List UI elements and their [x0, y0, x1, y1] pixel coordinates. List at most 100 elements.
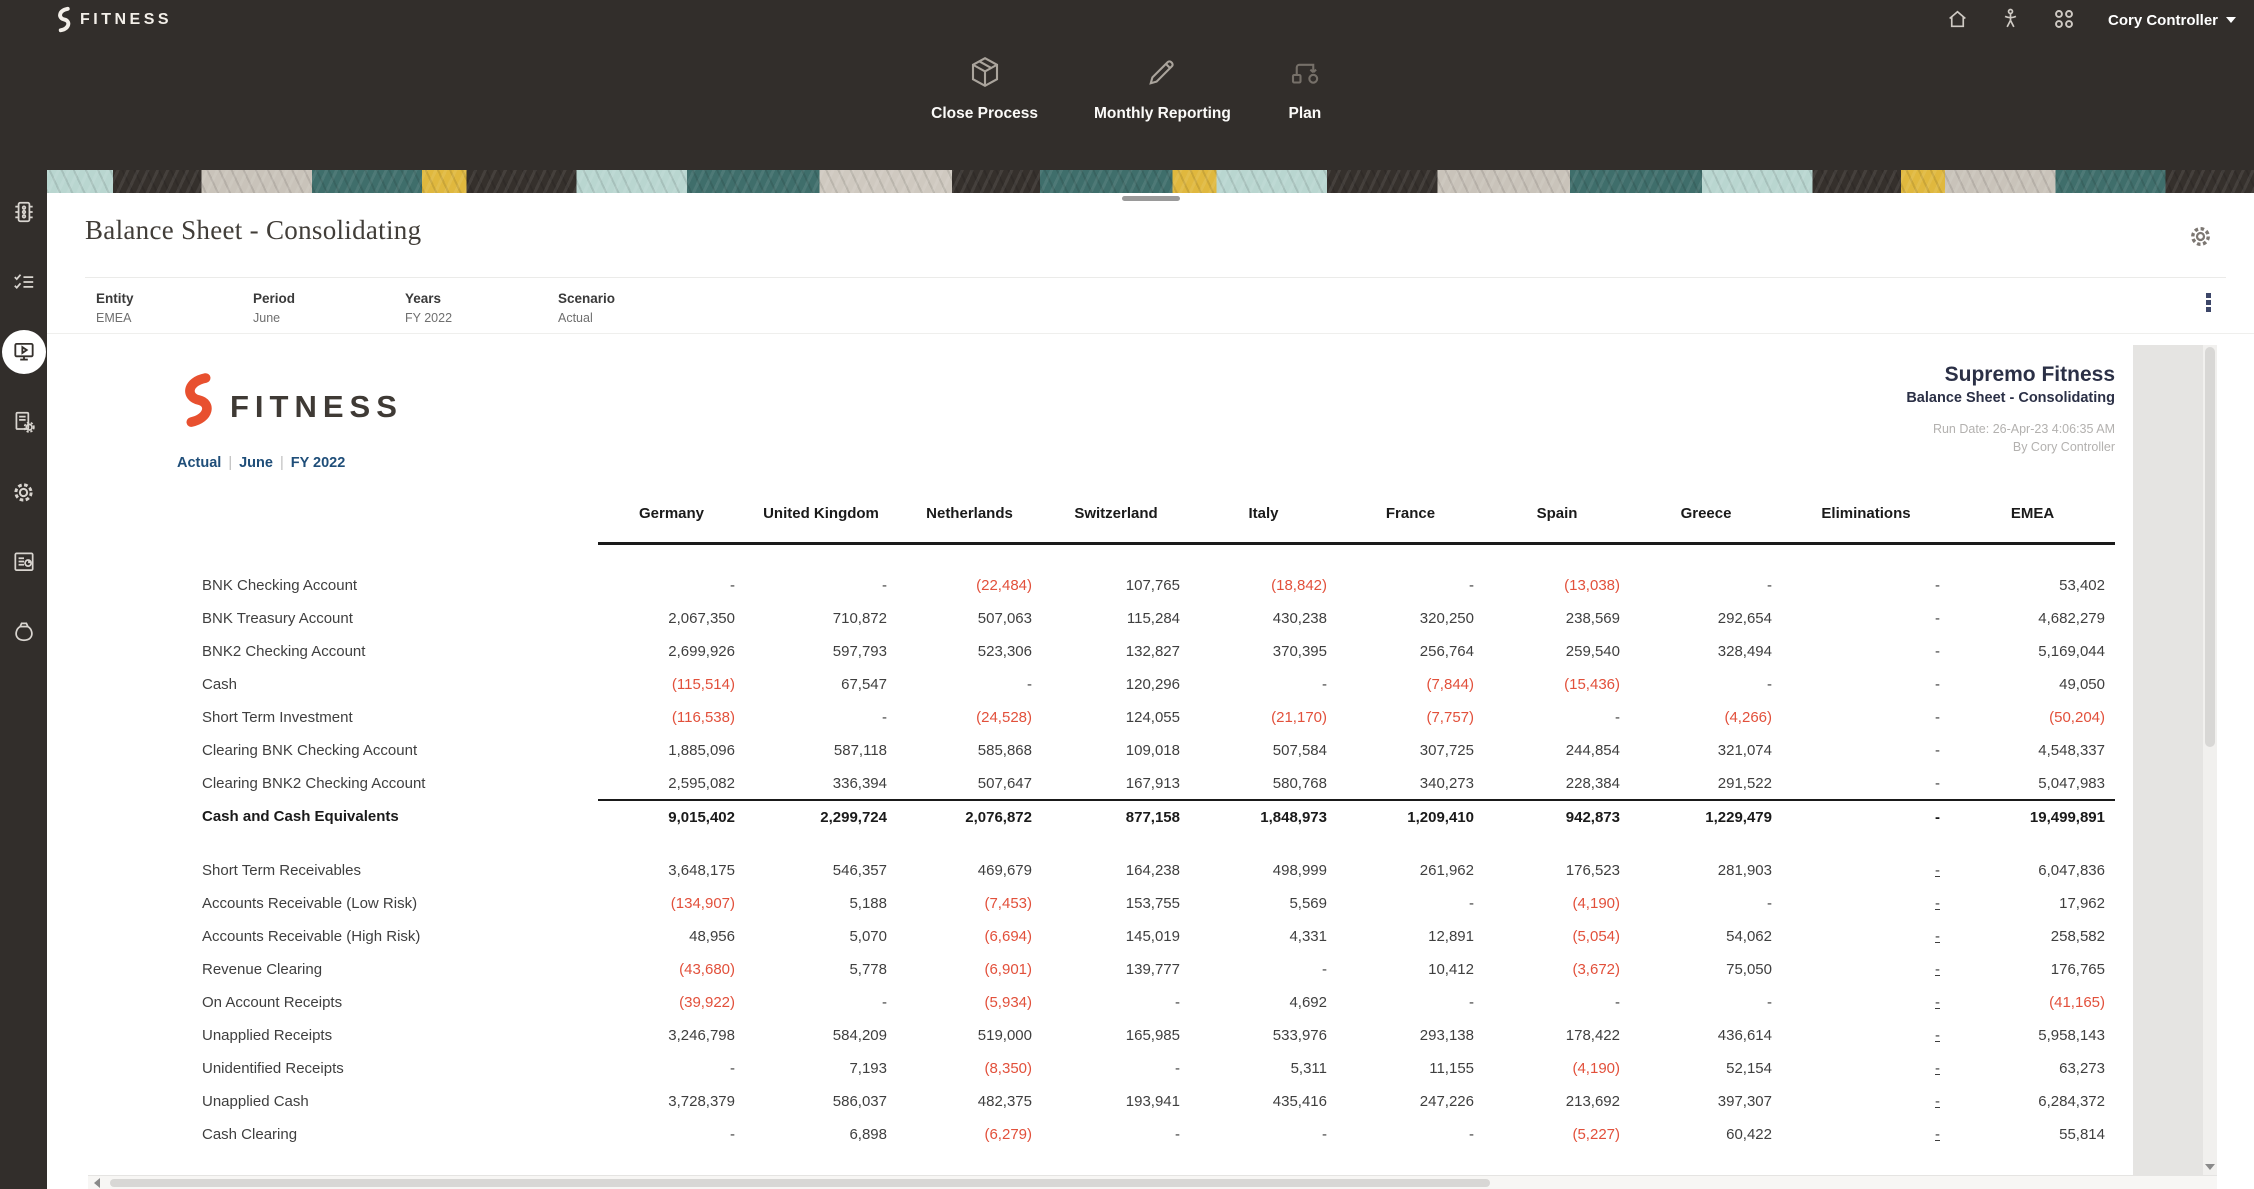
cell[interactable]: - [1782, 986, 1950, 1019]
cell: (6,279) [897, 1118, 1042, 1151]
cell: 124,055 [1042, 701, 1190, 734]
cell: 213,692 [1484, 1085, 1630, 1118]
cell: 5,188 [745, 887, 897, 920]
sidebar-item-budget[interactable] [0, 597, 47, 667]
accessibility-button[interactable] [1991, 5, 2030, 35]
pov-scenario[interactable]: Scenario Actual [558, 291, 615, 325]
pov-label: Period [253, 291, 295, 306]
home-icon [1946, 7, 1969, 30]
pov-period[interactable]: Period June [253, 291, 295, 325]
cell: 258,582 [1950, 920, 2115, 953]
cell: 320,250 [1337, 602, 1484, 635]
user-menu[interactable]: Cory Controller [2108, 12, 2236, 29]
cell: 469,679 [897, 854, 1042, 887]
horizontal-scrollbar[interactable] [88, 1175, 2217, 1189]
cell: (6,901) [897, 953, 1042, 986]
cell: 5,047,983 [1950, 767, 2115, 800]
cell: 4,548,337 [1950, 734, 2115, 767]
gear-icon [10, 479, 37, 506]
cell: 507,647 [897, 767, 1042, 800]
row-label: On Account Receipts [200, 986, 598, 1019]
cell: - [745, 986, 897, 1019]
cell[interactable]: - [1782, 953, 1950, 986]
cell[interactable]: - [1782, 1019, 1950, 1052]
cube-icon [967, 54, 1003, 93]
cell: - [1630, 887, 1782, 920]
cell: 55,814 [1950, 1118, 2115, 1151]
pov-more-actions-button[interactable] [2206, 293, 2211, 312]
report-pov-line: Actual|June|FY 2022 [177, 455, 345, 471]
page-margin-area [2133, 345, 2203, 1175]
horizontal-scrollbar-thumb[interactable] [110, 1179, 1490, 1187]
home-button[interactable] [1938, 5, 1977, 35]
cell: (5,054) [1484, 920, 1630, 953]
cell[interactable]: - [1782, 1085, 1950, 1118]
cell[interactable]: - [1782, 854, 1950, 887]
panel-drag-handle[interactable] [1122, 196, 1180, 201]
cell[interactable]: - [1782, 920, 1950, 953]
cell: 293,138 [1337, 1019, 1484, 1052]
cell[interactable]: - [1782, 887, 1950, 920]
cell: 336,394 [745, 767, 897, 800]
cell: 19,499,891 [1950, 800, 2115, 833]
cell: - [1782, 569, 1950, 602]
pov-label: Entity [96, 291, 134, 306]
divider [47, 333, 2254, 334]
row-label: Cash and Cash Equivalents [200, 800, 598, 833]
sidebar-item-settings[interactable] [0, 457, 47, 527]
report-pov-year: FY 2022 [291, 455, 346, 471]
money-bag-icon [11, 619, 37, 645]
cell: 63,273 [1950, 1052, 2115, 1085]
nav-close-process[interactable]: Close Process [931, 54, 1038, 123]
cell[interactable]: - [1782, 1052, 1950, 1085]
cell: 178,422 [1484, 1019, 1630, 1052]
cell: - [1782, 767, 1950, 800]
cell: (50,204) [1950, 701, 2115, 734]
sidebar-item-task-manager[interactable] [0, 387, 47, 457]
cell: 165,985 [1042, 1019, 1190, 1052]
table-row: Clearing BNK Checking Account1,885,09658… [200, 734, 2115, 767]
row-label: Revenue Clearing [200, 953, 598, 986]
nav-plan[interactable]: Plan [1287, 54, 1323, 123]
column-header: France [1337, 493, 1484, 543]
vertical-scrollbar[interactable] [2203, 345, 2217, 1175]
sidebar-item-console[interactable] [0, 177, 47, 247]
scroll-left-arrow-icon[interactable] [94, 1178, 100, 1188]
row-label: BNK Treasury Account [200, 602, 598, 635]
pov-years[interactable]: Years FY 2022 [405, 291, 452, 325]
cell: - [1190, 953, 1337, 986]
cell: - [1782, 800, 1950, 833]
cell: 507,063 [897, 602, 1042, 635]
cell: 5,958,143 [1950, 1019, 2115, 1052]
cell: 435,416 [1190, 1085, 1337, 1118]
row-label: BNK Checking Account [200, 569, 598, 602]
row-label: BNK2 Checking Account [200, 635, 598, 668]
cell: 519,000 [897, 1019, 1042, 1052]
cell: 5,169,044 [1950, 635, 2115, 668]
scroll-down-arrow-icon[interactable] [2205, 1164, 2215, 1170]
report-settings-button[interactable] [2187, 223, 2214, 253]
cell: - [1782, 734, 1950, 767]
nav-label: Monthly Reporting [1094, 105, 1231, 123]
cell: - [1484, 701, 1630, 734]
cell: (21,170) [1190, 701, 1337, 734]
report-logo-s-icon [175, 371, 221, 431]
cell: - [1782, 602, 1950, 635]
cell: (4,190) [1484, 1052, 1630, 1085]
cell: (43,680) [598, 953, 745, 986]
cell: 164,238 [1042, 854, 1190, 887]
cell: 60,422 [1630, 1118, 1782, 1151]
cell: (15,436) [1484, 668, 1630, 701]
apps-grid-button[interactable] [2044, 5, 2084, 36]
column-header: EMEA [1950, 493, 2115, 543]
cell[interactable]: - [1782, 1118, 1950, 1151]
vertical-scrollbar-thumb[interactable] [2205, 347, 2215, 747]
sidebar-item-reports-active[interactable] [0, 317, 47, 387]
sidebar-item-dashboards[interactable] [0, 527, 47, 597]
sidebar-item-tasks[interactable] [0, 247, 47, 317]
cell: (6,694) [897, 920, 1042, 953]
nav-monthly-reporting[interactable]: Monthly Reporting [1094, 54, 1231, 123]
cell: 132,827 [1042, 635, 1190, 668]
pov-entity[interactable]: Entity EMEA [96, 291, 134, 325]
cell: 259,540 [1484, 635, 1630, 668]
